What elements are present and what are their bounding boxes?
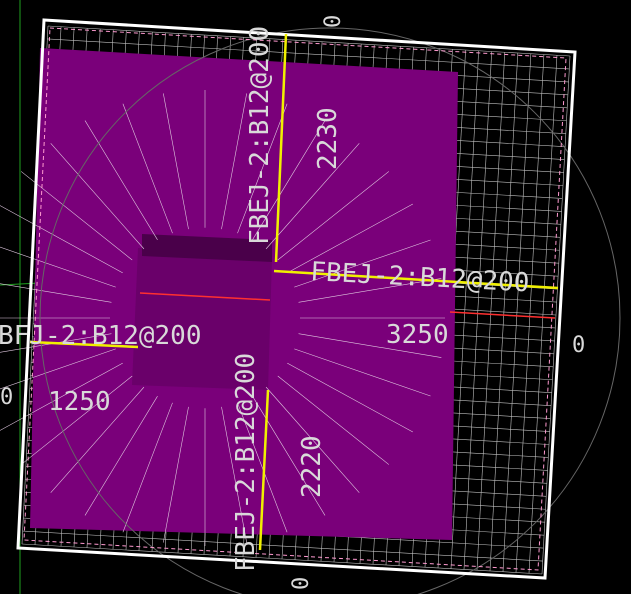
cad-drawing-canvas[interactable]: FBEJ-2:B12@200 FBEJ-2:B12@200 BFJ-2:B12@…	[0, 0, 631, 594]
rebar-label-left-horizontal[interactable]: BFJ-2:B12@200	[0, 321, 202, 351]
mesh-line-vertical	[476, 52, 506, 571]
dimension-bottom: 2220	[297, 435, 327, 498]
mesh-line-vertical	[489, 52, 519, 572]
mesh-line-vertical	[541, 55, 571, 575]
zero-mark-right: 0	[572, 333, 585, 358]
rebar-label-bottom-vertical[interactable]: FBEJ-2:B12@200	[231, 353, 261, 572]
zero-mark-top: 0	[321, 15, 346, 28]
dimension-right: 3250	[386, 320, 449, 350]
section-cut-right	[449, 311, 556, 319]
mesh-line-vertical	[502, 53, 532, 572]
rebar-label-top-vertical[interactable]: FBEJ-2:B12@200	[245, 26, 275, 245]
zero-mark-bottom: 0	[289, 577, 314, 590]
dimension-top: 2230	[313, 107, 343, 170]
mesh-line-vertical	[515, 54, 545, 573]
cad-viewport[interactable]: FBEJ-2:B12@200 FBEJ-2:B12@200 BFJ-2:B12@…	[0, 0, 631, 594]
zero-mark-left: 0	[0, 385, 13, 410]
mesh-line-horizontal	[21, 543, 543, 575]
mesh-line-horizontal	[22, 530, 543, 562]
dimension-left: 1250	[48, 387, 111, 417]
